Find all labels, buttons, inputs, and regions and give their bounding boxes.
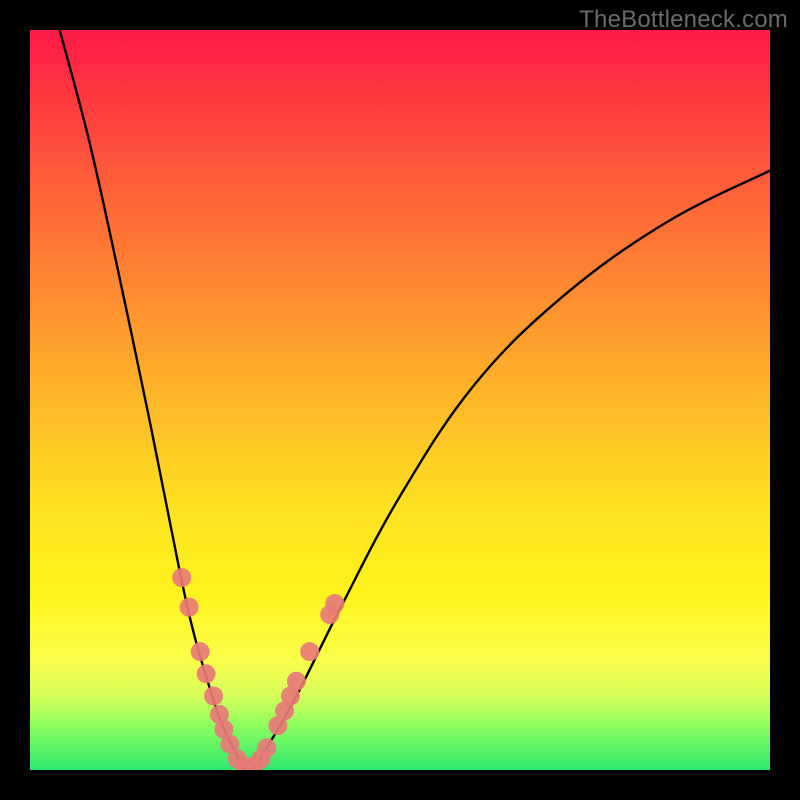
- marker-dot: [300, 642, 319, 661]
- bottleneck-curve: [60, 30, 770, 770]
- marker-dot: [257, 738, 276, 757]
- marker-dot: [172, 568, 191, 587]
- chart-svg: [30, 30, 770, 770]
- chart-frame: TheBottleneck.com: [0, 0, 800, 800]
- curve-markers: [172, 568, 344, 770]
- plot-area: [30, 30, 770, 770]
- marker-dot: [287, 672, 306, 691]
- marker-dot: [191, 642, 210, 661]
- marker-dot: [180, 598, 199, 617]
- marker-dot: [325, 594, 344, 613]
- marker-dot: [204, 687, 223, 706]
- watermark-text: TheBottleneck.com: [579, 6, 788, 34]
- marker-dot: [197, 664, 216, 683]
